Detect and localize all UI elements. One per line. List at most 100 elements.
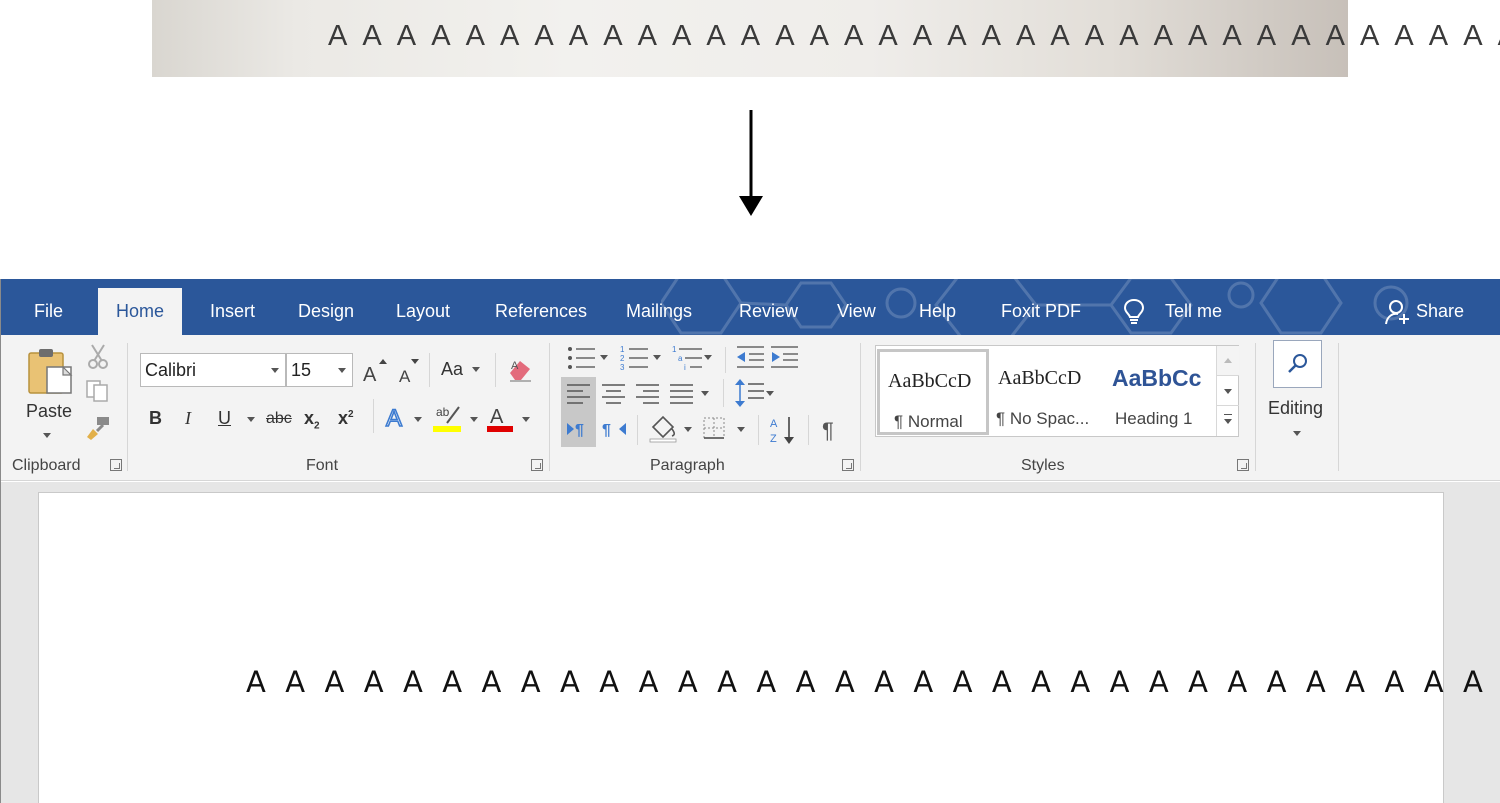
align-left-button[interactable] xyxy=(561,377,596,411)
tell-me-search[interactable]: Tell me xyxy=(1165,279,1222,335)
increase-indent-icon[interactable] xyxy=(771,345,799,369)
font-size-value: 15 xyxy=(291,360,312,380)
font-color-icon[interactable]: A xyxy=(487,403,515,433)
style-no-spacing-name: ¶ No Spac... xyxy=(996,409,1090,428)
bullets-icon[interactable] xyxy=(567,345,597,371)
styles-scroll-down[interactable] xyxy=(1217,376,1239,406)
shrink-font-icon[interactable]: A xyxy=(397,357,423,385)
share-person-icon[interactable] xyxy=(1385,299,1411,325)
sort-az-icon[interactable]: A Z xyxy=(770,415,798,445)
change-case-button[interactable]: Aa xyxy=(441,359,463,380)
group-separator xyxy=(860,343,861,471)
share-button[interactable]: Share xyxy=(1416,279,1464,335)
highlight-dropdown-icon[interactable] xyxy=(470,417,478,422)
grow-font-icon[interactable]: A xyxy=(361,357,387,385)
editing-dropdown-icon[interactable] xyxy=(1293,431,1301,436)
tab-file[interactable]: File xyxy=(34,279,63,335)
font-name-value: Calibri xyxy=(145,360,197,380)
document-page[interactable]: A A A A A A A A A A A A A A A A A A A A … xyxy=(38,492,1500,803)
ribbon-tab-bar: File Home Insert Design Layout Reference… xyxy=(1,279,1500,335)
superscript-button[interactable]: x2 xyxy=(338,408,354,429)
decrease-indent-icon[interactable] xyxy=(737,345,765,369)
right-to-left-icon[interactable]: ¶ xyxy=(602,419,626,439)
tab-references[interactable]: References xyxy=(495,279,587,335)
multilevel-dropdown-icon[interactable] xyxy=(704,355,712,360)
italic-button[interactable]: I xyxy=(185,408,191,429)
tab-mailings[interactable]: Mailings xyxy=(626,279,692,335)
subscript-button[interactable]: x2 xyxy=(304,408,320,432)
style-no-spacing-sample: AaBbCcD xyxy=(998,367,1082,389)
svg-text:2: 2 xyxy=(620,354,625,363)
line-spacing-dropdown-icon[interactable] xyxy=(766,391,774,396)
numbering-dropdown-icon[interactable] xyxy=(653,355,661,360)
clipboard-group-label: Clipboard xyxy=(12,457,81,474)
paste-dropdown-icon[interactable] xyxy=(43,433,51,438)
borders-dropdown-icon[interactable] xyxy=(737,427,745,432)
style-no-spacing[interactable]: AaBbCcD ¶ No Spac... xyxy=(994,349,1106,435)
styles-scroll-up[interactable] xyxy=(1217,346,1239,376)
tab-design[interactable]: Design xyxy=(298,279,354,335)
copy-icon[interactable] xyxy=(85,379,111,403)
document-text[interactable]: A A A A A A A A A A A A A A A A A A A A … xyxy=(246,665,1500,699)
paragraph-separator xyxy=(725,347,726,373)
svg-text:Z: Z xyxy=(770,433,777,445)
tab-home[interactable]: Home xyxy=(98,288,183,335)
font-group-label: Font xyxy=(306,457,339,474)
style-normal[interactable]: AaBbCcD ¶ Normal xyxy=(877,349,989,435)
tab-layout[interactable]: Layout xyxy=(396,279,450,335)
font-name-dropdown-icon[interactable] xyxy=(271,368,279,373)
tab-foxit-pdf[interactable]: Foxit PDF xyxy=(1001,279,1081,335)
lightbulb-icon[interactable] xyxy=(1123,298,1145,324)
cut-scissors-icon[interactable] xyxy=(87,343,109,369)
font-size-combobox[interactable]: 15 xyxy=(286,353,353,387)
editing-find-button[interactable] xyxy=(1273,340,1322,388)
svg-text:¶: ¶ xyxy=(822,418,834,443)
clipboard-dialog-launcher-icon[interactable] xyxy=(110,459,122,471)
bold-button[interactable]: B xyxy=(149,408,162,429)
paragraph-dialog-launcher-icon[interactable] xyxy=(842,459,854,471)
font-name-combobox[interactable]: Calibri xyxy=(140,353,286,387)
font-color-dropdown-icon[interactable] xyxy=(522,417,530,422)
shading-bucket-icon[interactable] xyxy=(649,413,677,443)
font-dialog-launcher-icon[interactable] xyxy=(531,459,543,471)
font-size-dropdown-icon[interactable] xyxy=(338,368,346,373)
borders-icon[interactable] xyxy=(703,417,725,439)
underline-button[interactable]: U xyxy=(218,408,231,429)
magnifier-icon xyxy=(1288,354,1307,373)
tab-view[interactable]: View xyxy=(837,279,876,335)
shading-dropdown-icon[interactable] xyxy=(684,427,692,432)
underline-dropdown-icon[interactable] xyxy=(247,417,255,422)
paste-label[interactable]: Paste xyxy=(26,401,72,422)
show-formatting-marks-icon[interactable]: ¶ xyxy=(821,417,841,443)
font-separator xyxy=(495,353,496,387)
multilevel-list-icon[interactable]: 1ai xyxy=(672,345,704,371)
numbering-icon[interactable]: 123 xyxy=(620,345,650,371)
highlight-color-icon[interactable]: ab xyxy=(433,403,463,433)
svg-text:¶: ¶ xyxy=(602,422,611,439)
text-effects-icon[interactable]: A xyxy=(384,403,410,431)
style-heading-1[interactable]: AaBbCc Heading 1 xyxy=(1108,349,1214,435)
svg-text:¶: ¶ xyxy=(575,422,584,439)
styles-dialog-launcher-icon[interactable] xyxy=(1237,459,1249,471)
tab-insert[interactable]: Insert xyxy=(210,279,255,335)
subscript-x: x xyxy=(304,408,315,428)
align-center-icon[interactable] xyxy=(602,383,626,405)
editing-label[interactable]: Editing xyxy=(1268,398,1323,419)
paste-clipboard-icon[interactable] xyxy=(27,347,75,395)
line-spacing-icon[interactable] xyxy=(735,379,765,407)
tab-review[interactable]: Review xyxy=(739,279,798,335)
tab-help[interactable]: Help xyxy=(919,279,956,335)
styles-more[interactable] xyxy=(1217,406,1239,436)
align-right-icon[interactable] xyxy=(636,383,660,405)
strikethrough-button[interactable]: abc xyxy=(266,410,292,428)
format-painter-icon[interactable] xyxy=(85,415,111,441)
bullets-dropdown-icon[interactable] xyxy=(600,355,608,360)
justify-icon[interactable] xyxy=(670,383,694,405)
font-separator xyxy=(373,399,374,433)
justify-dropdown-icon[interactable] xyxy=(701,391,709,396)
text-effects-dropdown-icon[interactable] xyxy=(414,417,422,422)
ltr-direction-button[interactable]: ¶ xyxy=(561,411,596,447)
clear-formatting-eraser-icon[interactable]: A xyxy=(507,357,533,383)
change-case-dropdown-icon[interactable] xyxy=(472,367,480,372)
word-window: File Home Insert Design Layout Reference… xyxy=(0,279,1500,803)
